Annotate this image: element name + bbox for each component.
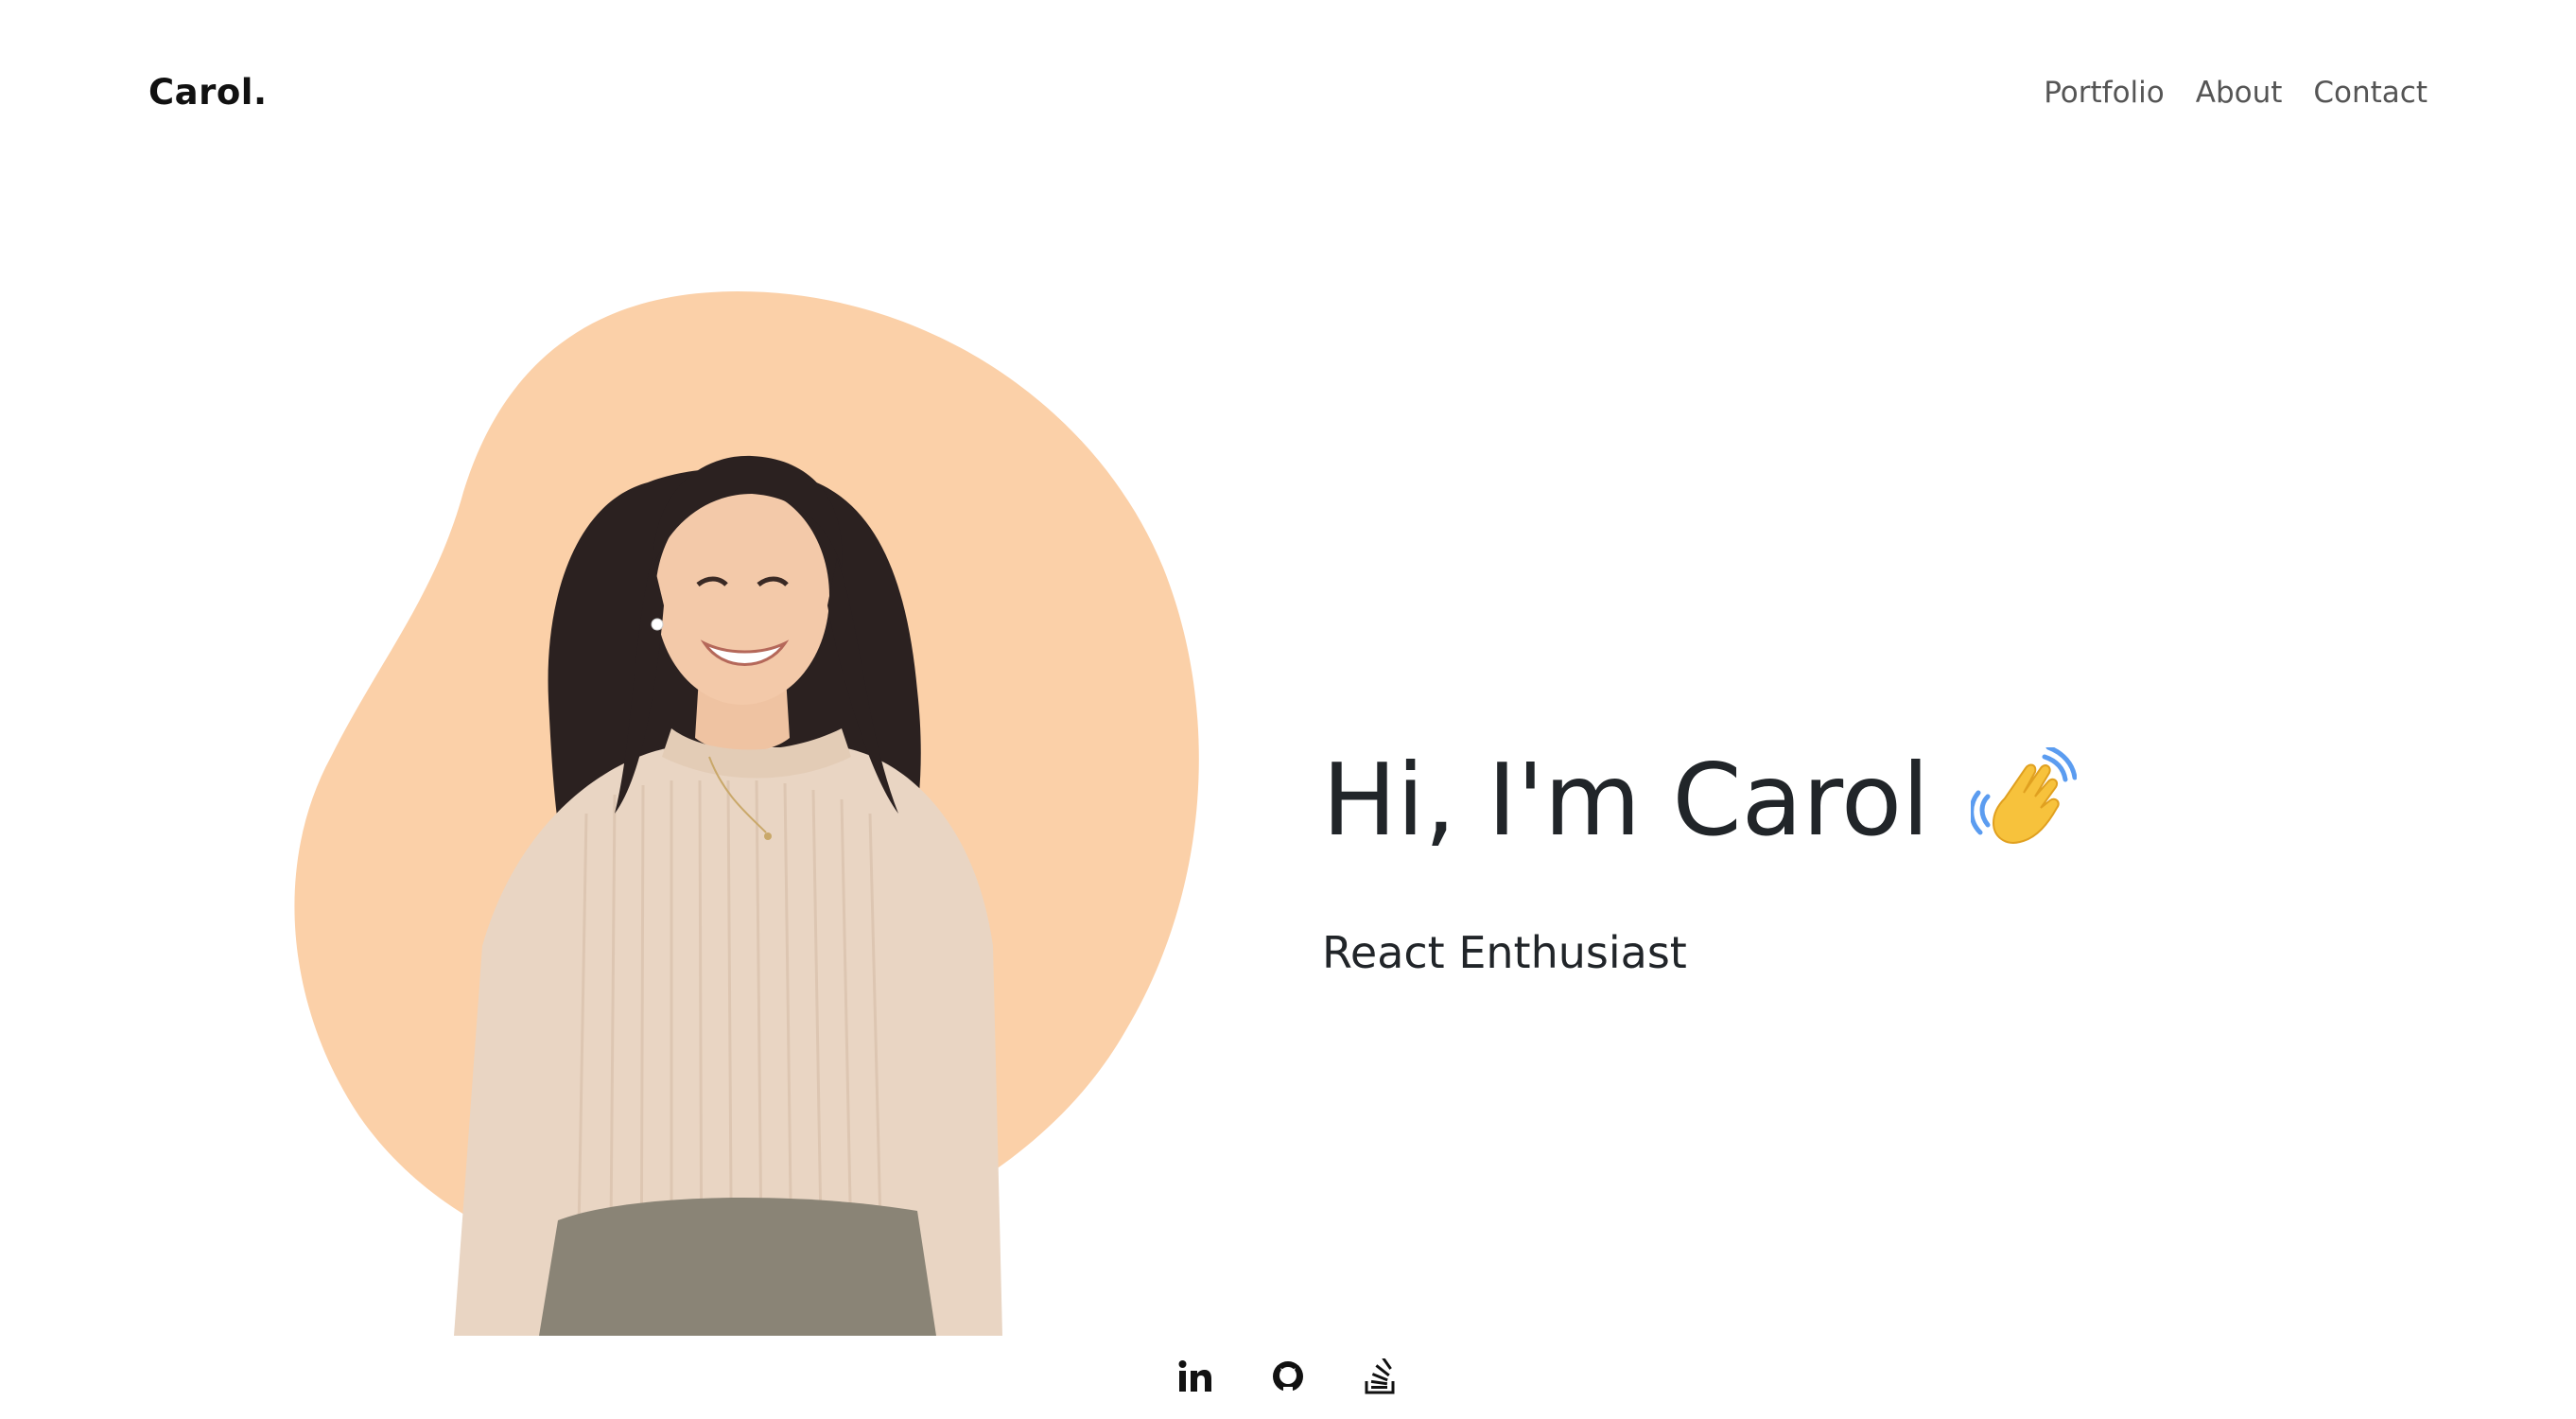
main-nav: Portfolio About Contact <box>2044 76 2428 110</box>
hero-visual <box>274 284 1201 1336</box>
nav-link-contact[interactable]: Contact <box>2313 76 2428 110</box>
github-link[interactable] <box>1270 1358 1306 1394</box>
hero-title: Hi, I'm Carol <box>1322 742 1930 858</box>
nav-link-portfolio[interactable]: Portfolio <box>2044 76 2165 110</box>
linkedin-link[interactable] <box>1177 1358 1213 1394</box>
social-links <box>0 1358 2576 1394</box>
hero-illustration <box>294 291 1199 1336</box>
brand-logo[interactable]: Carol. <box>148 72 268 113</box>
hero-greeting: Hi, I'm Carol <box>1322 742 2078 858</box>
stackoverflow-icon <box>1365 1358 1395 1394</box>
page: Carol. Portfolio About Contact Hi, I'm C… <box>0 0 2576 1419</box>
github-icon <box>1273 1361 1303 1393</box>
nav-link-about[interactable]: About <box>2196 76 2283 110</box>
stackoverflow-link[interactable] <box>1363 1358 1399 1394</box>
linkedin-icon <box>1178 1360 1211 1392</box>
hero-subtitle: React Enthusiast <box>1322 927 1687 978</box>
waving-hand-icon <box>1969 745 2078 853</box>
